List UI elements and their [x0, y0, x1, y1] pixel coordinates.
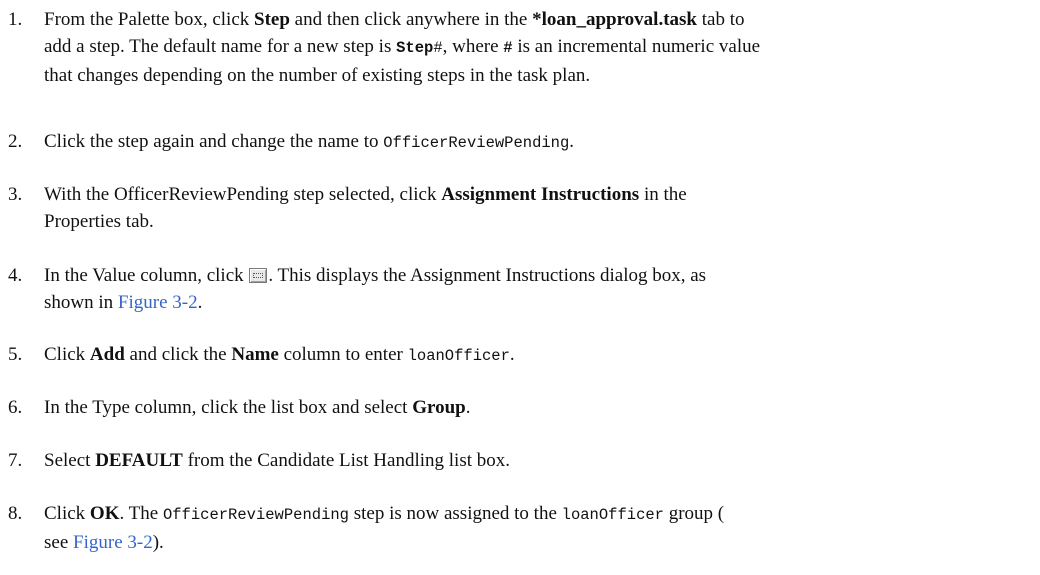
- step-number: 1.: [8, 9, 23, 30]
- step-number: 5.: [8, 344, 23, 365]
- text-run: in the: [639, 184, 687, 205]
- step-text: Click the step again and change the name…: [44, 128, 1028, 157]
- text-run: .: [197, 292, 203, 313]
- text-run: In the Type column, click the list box a…: [44, 397, 413, 418]
- text-run: column to enter: [278, 344, 408, 365]
- figure-3-2-link[interactable]: Figure 3-2: [73, 532, 153, 553]
- instruction-list: 1. From the Palette box, click Step and …: [0, 0, 1040, 575]
- step-line: In the Value column, click . This displa…: [44, 262, 1028, 289]
- code-officer-review-pending: OfficerReviewPending: [162, 506, 349, 524]
- text-run: Select: [44, 450, 96, 471]
- text-run: .: [465, 397, 471, 418]
- bold-assignment-instructions: Assignment Instructions: [441, 184, 640, 205]
- bold-ok: OK: [89, 503, 120, 524]
- step-line: add a step. The default name for a new s…: [44, 33, 1028, 62]
- step-text: With the OfficerReviewPending step selec…: [44, 181, 1028, 235]
- text-run: Click: [44, 344, 90, 365]
- text-run: , where: [442, 36, 504, 57]
- text-run: and click the: [124, 344, 232, 365]
- step-text: Select DEFAULT from the Candidate List H…: [44, 447, 1028, 474]
- step-text: In the Value column, click . This displa…: [44, 262, 1028, 316]
- text-run: . The: [119, 503, 163, 524]
- code-step: Step: [396, 39, 434, 57]
- text-run: step is now assigned to the: [348, 503, 562, 524]
- step-line: With the OfficerReviewPending step selec…: [44, 181, 1028, 208]
- step-text: From the Palette box, click Step and the…: [44, 6, 1028, 89]
- bold-name: Name: [231, 344, 279, 365]
- text-run: is an incremental numeric value: [512, 36, 761, 57]
- step-number: 2.: [8, 131, 23, 152]
- text-run: With the OfficerReviewPending step selec…: [44, 184, 442, 205]
- ellipsis-button-icon: [249, 268, 268, 283]
- text-run: Click: [44, 503, 90, 524]
- bold-group: Group: [412, 397, 466, 418]
- step-number: 6.: [8, 397, 23, 418]
- text-run: .: [569, 131, 575, 152]
- text-run: and then click anywhere in the: [289, 9, 533, 30]
- code-loan-officer: loanOfficer: [407, 347, 510, 365]
- step-text: In the Type column, click the list box a…: [44, 394, 1028, 421]
- step-number: 3.: [8, 184, 23, 205]
- text-run: that changes depending on the number of …: [44, 65, 591, 86]
- text-run: In the Value column, click: [44, 265, 249, 286]
- step-line: Click OK. The OfficerReviewPending step …: [44, 500, 1028, 529]
- bold-task-tab: *loan_approval.task: [532, 9, 697, 30]
- step-line: that changes depending on the number of …: [44, 62, 1028, 89]
- text-run: add a step. The default name for a new s…: [44, 36, 397, 57]
- bold-default: DEFAULT: [95, 450, 183, 471]
- text-run: ).: [152, 532, 164, 553]
- text-run: see: [44, 532, 74, 553]
- text-run: .: [509, 344, 515, 365]
- step-number: 8.: [8, 503, 23, 524]
- text-run: from the Candidate List Handling list bo…: [182, 450, 511, 471]
- step-text: Click OK. The OfficerReviewPending step …: [44, 500, 1028, 556]
- text-run: . This displays the Assignment Instructi…: [268, 265, 707, 286]
- bold-hash: #: [503, 39, 513, 57]
- step-number: 7.: [8, 450, 23, 471]
- step-line: see Figure 3-2).: [44, 529, 1028, 556]
- code-hash: #: [433, 39, 443, 57]
- text-run: shown in: [44, 292, 118, 313]
- bold-step: Step: [254, 9, 290, 30]
- text-run: tab to: [696, 9, 745, 30]
- text-run: From the Palette box, click: [44, 9, 255, 30]
- step-line: shown in Figure 3-2.: [44, 289, 1028, 316]
- code-officer-review-pending: OfficerReviewPending: [383, 134, 570, 152]
- figure-3-2-link[interactable]: Figure 3-2: [118, 292, 198, 313]
- step-number: 4.: [8, 265, 23, 286]
- step-line: From the Palette box, click Step and the…: [44, 6, 1028, 33]
- step-text: Click Add and click the Name column to e…: [44, 341, 1028, 370]
- step-line: Properties tab.: [44, 211, 154, 232]
- code-loan-officer: loanOfficer: [561, 506, 664, 524]
- text-run: group (: [663, 503, 725, 524]
- bold-add: Add: [89, 344, 125, 365]
- text-run: Click the step again and change the name…: [44, 131, 384, 152]
